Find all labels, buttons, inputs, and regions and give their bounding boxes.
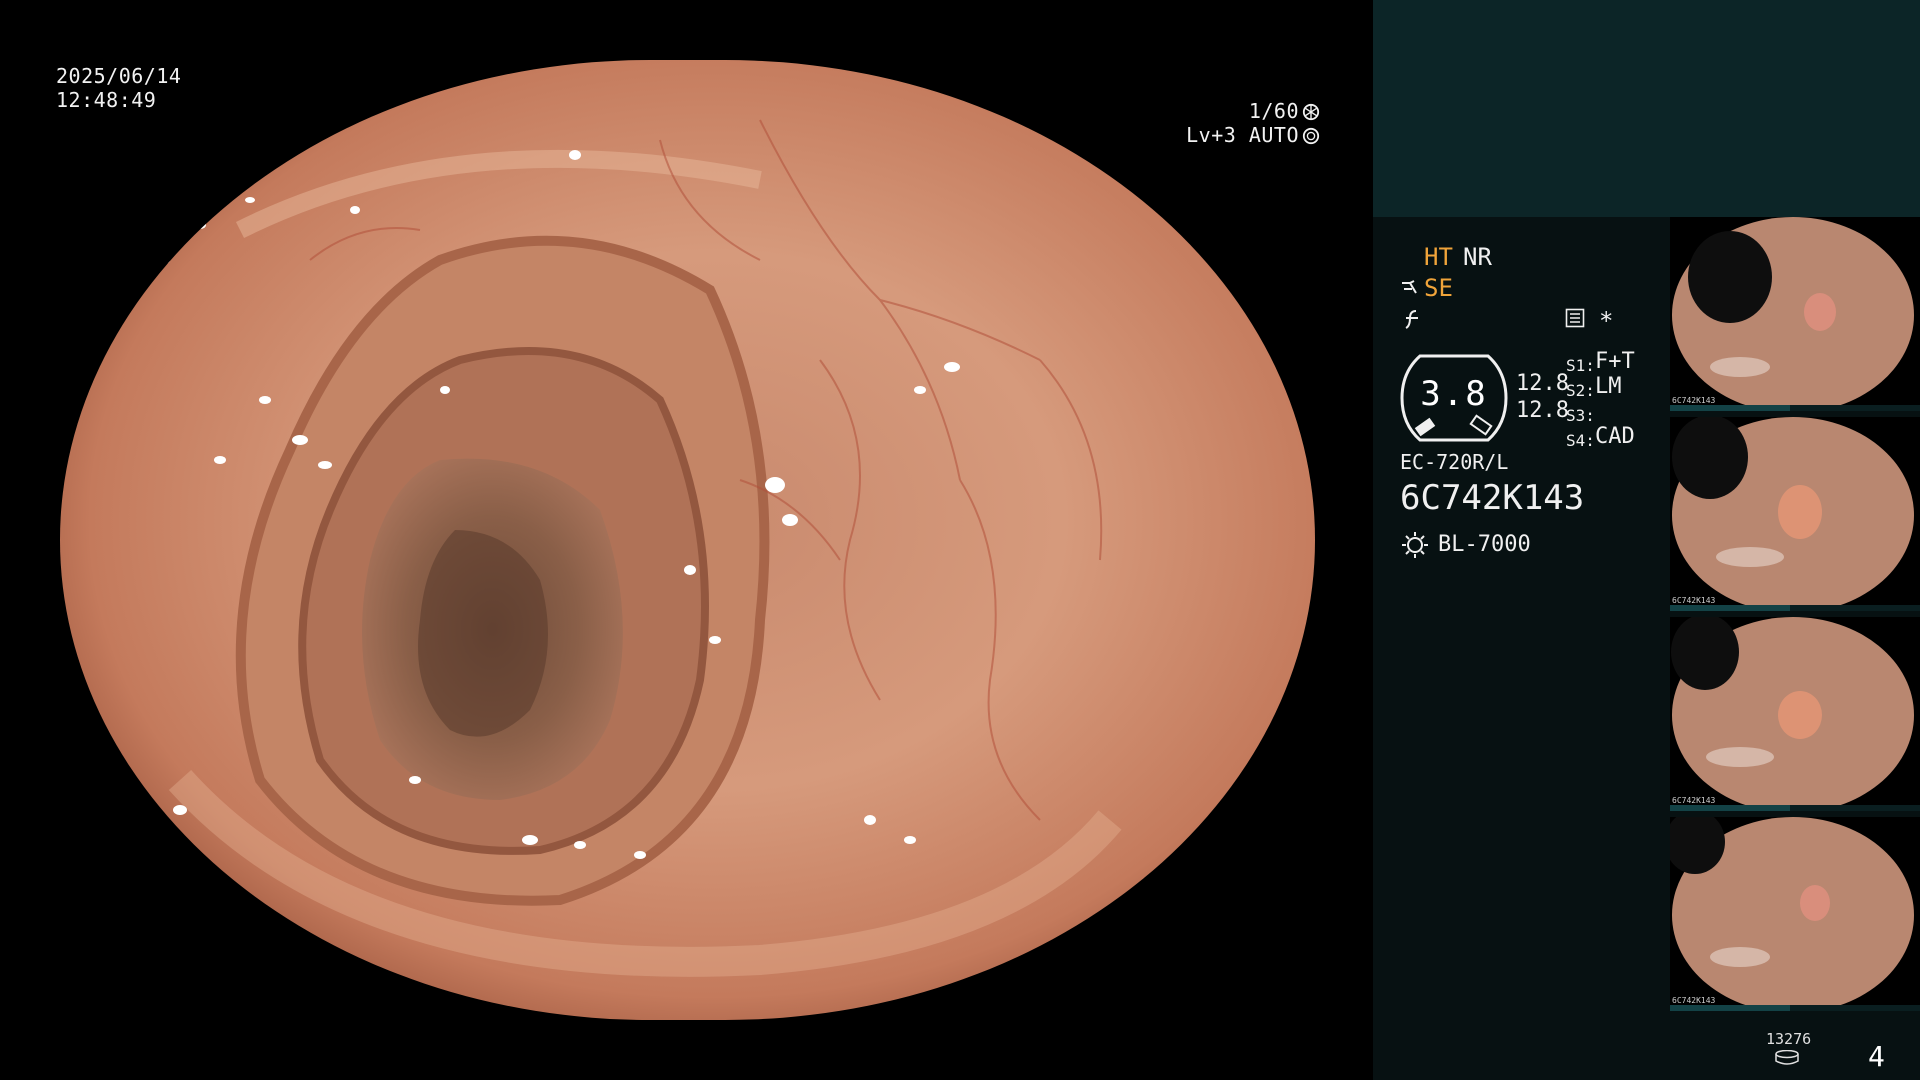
- colon-lumen-image: [60, 60, 1315, 1020]
- thumbnail-1[interactable]: 6C742K143: [1670, 217, 1920, 411]
- thumbnail-caption: 6C742K143: [1672, 996, 1716, 1005]
- s1-value: F+T: [1595, 349, 1635, 374]
- shutter-wheel-icon: [1302, 103, 1320, 121]
- storage-count: 13276: [1766, 1030, 1812, 1048]
- thumbnail-image: [1671, 617, 1914, 811]
- asterisk-indicator: *: [1599, 307, 1614, 335]
- s4-label: S4:: [1566, 431, 1595, 450]
- mode-nr-label: NR: [1463, 243, 1492, 271]
- thumbnail-caption: 6C742K143: [1672, 596, 1716, 605]
- thumbnail-4[interactable]: 6C742K143: [1670, 817, 1920, 1011]
- mode-ht-label: HT: [1424, 243, 1453, 271]
- auto-iris-icon: [1302, 127, 1320, 145]
- capture-time: 12:48:49: [56, 88, 157, 112]
- mode-se-label: SE: [1424, 274, 1453, 302]
- value-top: 12.8: [1516, 371, 1569, 396]
- s3-label: S3:: [1566, 406, 1595, 425]
- freeze-icon: [1405, 310, 1418, 329]
- brightness-level: Lv+3 AUTO: [1186, 123, 1299, 147]
- thumbnail-image: [1670, 817, 1914, 1011]
- page-number: 4: [1868, 1040, 1885, 1073]
- disk-icon: [1775, 1050, 1799, 1065]
- panel-header-area: [1373, 0, 1920, 217]
- thumbnail-caption: 6C742K143: [1672, 396, 1716, 405]
- thumbnail-2[interactable]: 6C742K143: [1670, 417, 1920, 611]
- light-bulb-icon: [1402, 532, 1428, 558]
- thumbnail-footer: [1670, 805, 1920, 811]
- thumbnail-3[interactable]: 6C742K143: [1670, 617, 1920, 811]
- scope-serial: 6C742K143: [1400, 478, 1585, 518]
- endoscope-live-view: [60, 60, 1315, 1020]
- capture-date: 2025/06/14: [56, 64, 182, 88]
- thumbnail-footer: [1670, 605, 1920, 611]
- shutter-speed: 1/60: [1248, 99, 1299, 123]
- s1-label: S1:: [1566, 356, 1595, 375]
- light-source: BL-7000: [1438, 532, 1531, 557]
- scope-model: EC-720R/L: [1400, 450, 1509, 474]
- s2-value: LM: [1595, 374, 1622, 399]
- thumbnail-image: [1672, 417, 1914, 611]
- thumbnail-footer: [1670, 405, 1920, 411]
- thumbnail-image: [1672, 217, 1914, 411]
- s2-label: S2:: [1566, 381, 1595, 400]
- thumbnail-footer: [1670, 1005, 1920, 1011]
- value-bottom: 12.8: [1516, 398, 1569, 423]
- capture-datetime: 2025/06/14 12:48:49: [56, 64, 181, 112]
- exposure-readout: 1/60 Lv+3 AUTO: [1186, 99, 1320, 147]
- scope-tip-icon: [1402, 280, 1417, 294]
- s4-value: CAD: [1595, 424, 1635, 449]
- zoom-value: 3.8: [1420, 374, 1488, 414]
- settings-list-icon: [1565, 308, 1585, 328]
- thumbnail-caption: 6C742K143: [1672, 796, 1716, 805]
